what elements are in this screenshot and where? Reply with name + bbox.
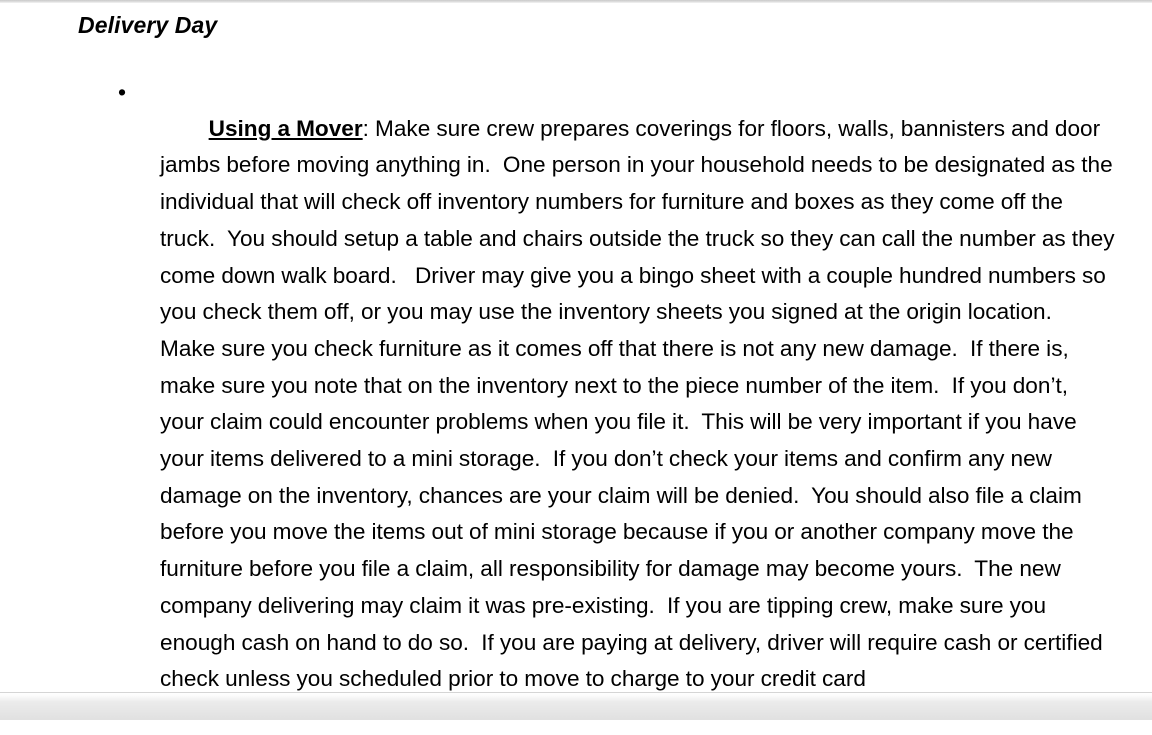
list-item-separator: : [362,115,376,141]
bullet-marker-icon: • [118,79,127,105]
document-page: Delivery Day • Using a Mover: Make sure … [0,0,1152,720]
list-item: • Using a Mover: Make sure crew prepares… [118,74,1118,735]
top-edge-rule [0,0,1152,3]
list-item-lead-label: Using a Mover [208,115,363,141]
page-heading: Delivery Day [78,12,218,38]
bullet-list: • Using a Mover: Make sure crew prepares… [118,74,1118,735]
list-item-body: Make sure crew prepares coverings for fl… [160,115,1121,692]
list-item-text: Using a Mover: Make sure crew prepares c… [160,74,1118,735]
